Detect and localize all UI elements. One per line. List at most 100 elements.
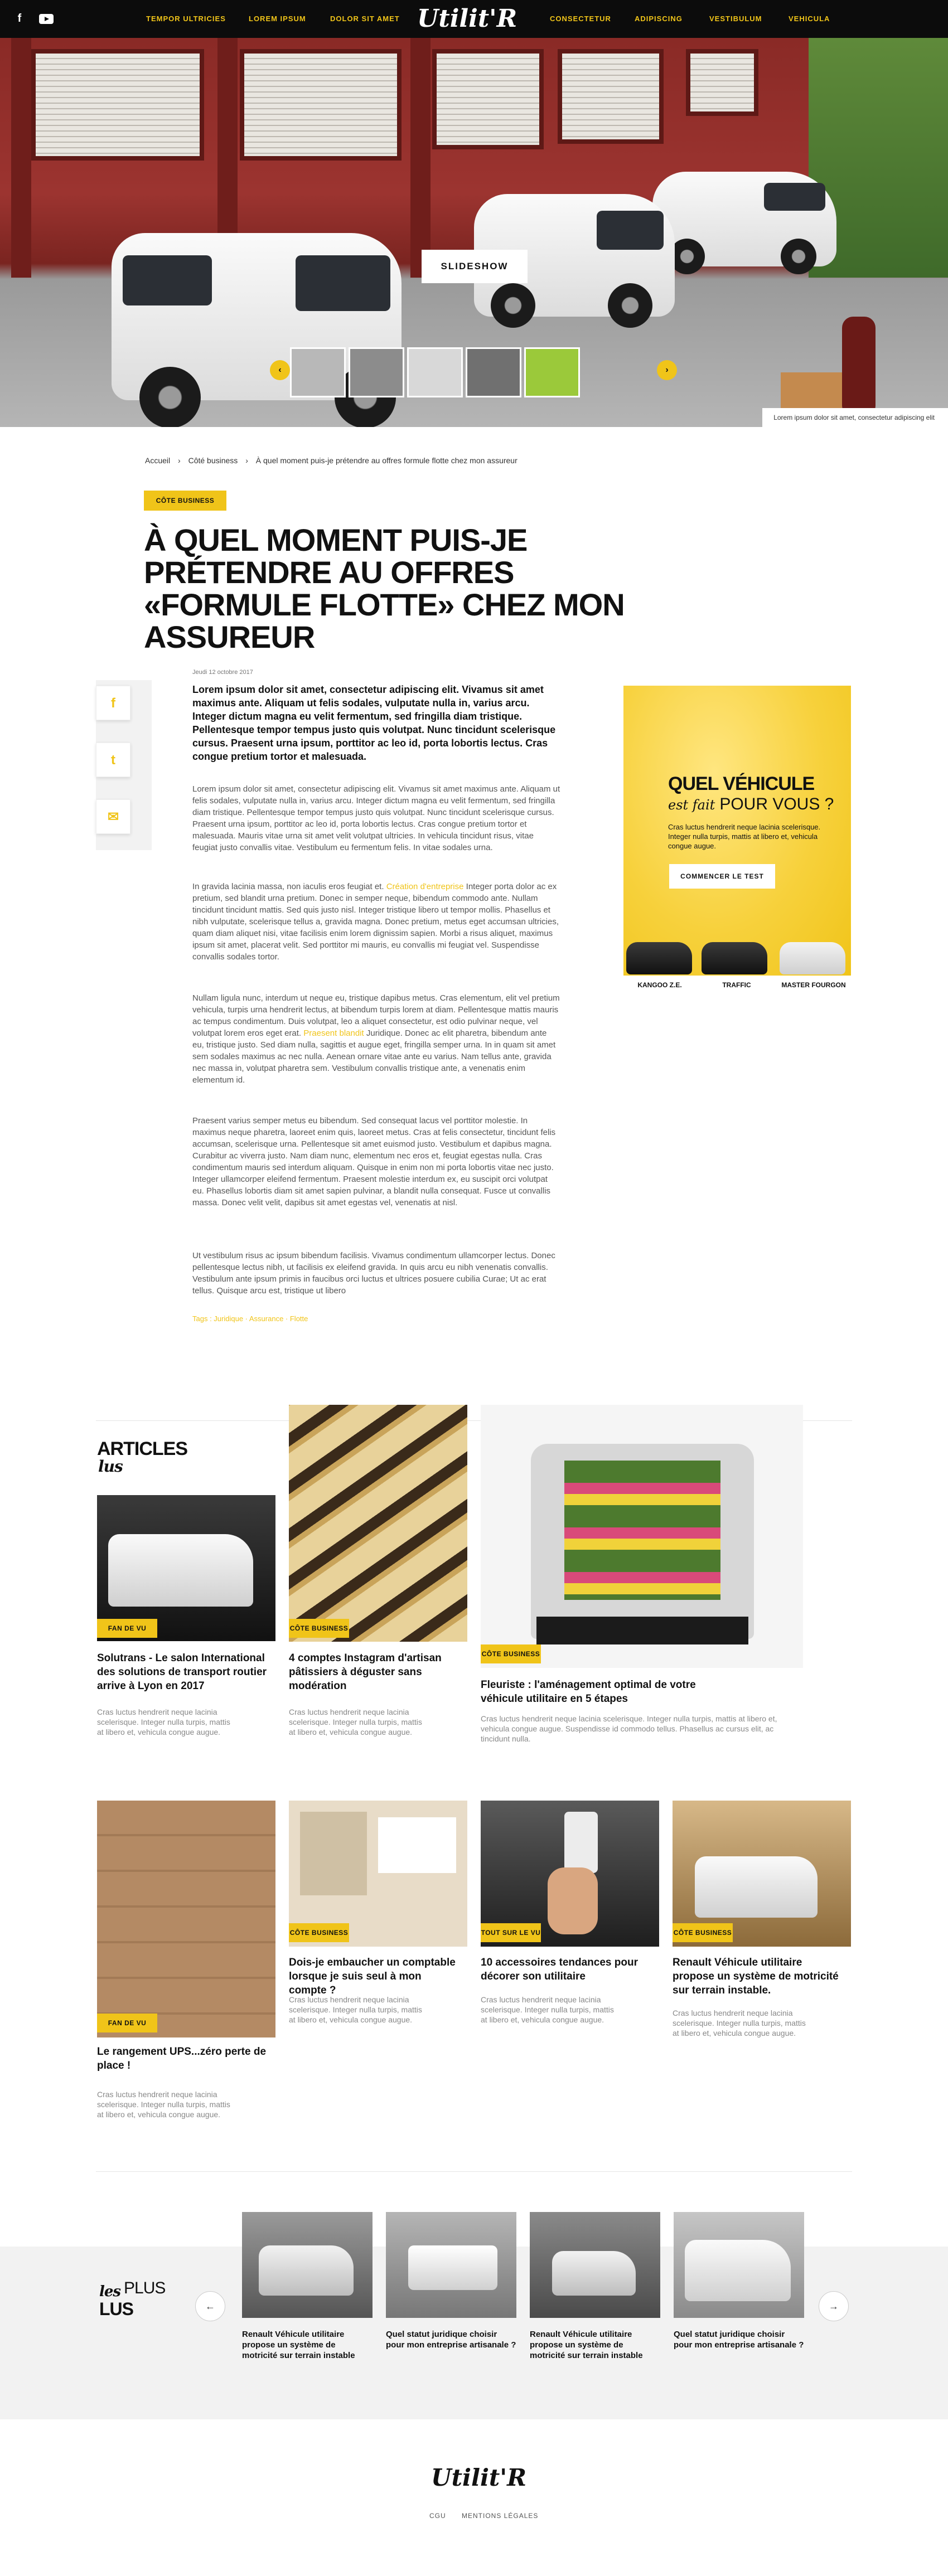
nav-item-vehicula[interactable]: VEHICULA [789,14,830,23]
van-image-kangoo[interactable] [626,942,692,974]
nav-item-consectetur[interactable]: CONSECTETUR [550,14,611,23]
van-label[interactable]: KANGOO Z.E. [623,981,696,989]
most-read-card-title[interactable]: Quel statut juridique choisir pour mon e… [674,2329,804,2350]
article-card-title[interactable]: Renault Véhicule utilitaire propose un s… [673,1956,840,1997]
facebook-share-icon[interactable]: f [96,686,130,720]
slideshow-thumb[interactable] [524,347,580,397]
article-paragraph: In gravida lacinia massa, non iaculis er… [192,881,560,963]
van-label[interactable]: MASTER FOURGON [777,981,850,989]
text: In gravida lacinia massa, non iaculis er… [192,882,386,891]
nav-item-dolor-sit-amet[interactable]: DOLOR SIT AMET [330,14,400,23]
article-card-badge[interactable]: CÔTE BUSINESS [481,1644,541,1663]
van-image-traffic[interactable] [702,942,767,974]
slideshow-thumb[interactable] [290,347,346,397]
van-label[interactable]: TRAFFIC [700,981,773,989]
article-card-image[interactable] [97,1801,275,2037]
article-card-desc: Cras luctus hendrerit neque lacinia scel… [481,1714,777,1743]
most-read-card-image[interactable] [674,2212,804,2318]
article-paragraph: Lorem ipsum dolor sit amet, consectetur … [192,784,560,852]
breadcrumb: Accueil › Côté business › À quel moment … [145,456,523,465]
most-read-card-image[interactable] [386,2212,516,2318]
most-read-title-plus: PLUS [124,2279,166,2297]
breadcrumb-category[interactable]: Côté business [188,456,238,465]
article-card-desc: Cras luctus hendrerit neque lacinia scel… [481,1995,614,2024]
article-category-badge[interactable]: CÔTE BUSINESS [144,491,226,511]
ad-subtitle: est fait POUR VOUS ? [668,795,834,814]
article-card-desc: Cras luctus hendrerit neque lacinia scel… [289,1707,422,1736]
ad-van-images [623,942,851,976]
article-card-title[interactable]: 4 comptes Instagram d'artisan pâtissiers… [289,1651,445,1693]
inline-link[interactable]: Création d'entreprise [386,882,464,891]
hero-slideshow: SLIDESHOW ‹ › Lorem ipsum dolor sit amet… [0,38,948,427]
breadcrumb-separator: › [245,456,248,465]
most-read-card-title[interactable]: Quel statut juridique choisir pour mon e… [386,2329,516,2350]
hero-caption: Lorem ipsum dolor sit amet, consectetur … [762,408,948,427]
article-card-title[interactable]: Dois-je embaucher un comptable lorsque j… [289,1956,462,1997]
breadcrumb-current: À quel moment puis-je prétendre au offre… [255,456,517,465]
article-card-desc: Cras luctus hendrerit neque lacinia scel… [289,1995,422,2024]
most-read-title-lus: LUS [99,2299,134,2319]
article-card-badge[interactable]: CÔTE BUSINESS [289,1923,349,1942]
wheel [781,239,816,274]
breadcrumb-home[interactable]: Accueil [145,456,170,465]
site-logo[interactable]: Utilit'R [417,4,517,33]
carousel-prev-button[interactable]: ← [195,2291,225,2321]
slideshow-thumb[interactable] [407,347,463,397]
article-paragraph: Ut vestibulum risus ac ipsum bibendum fa… [192,1251,555,1296]
article-card-badge[interactable]: CÔTE BUSINESS [289,1619,349,1638]
footer-link-cgu[interactable]: CGU [429,2512,446,2520]
email-share-icon[interactable]: ✉ [96,799,130,834]
article-card-badge[interactable]: CÔTE BUSINESS [673,1923,733,1942]
twitter-share-icon[interactable]: t [96,743,130,777]
article-card-title[interactable]: 10 accessoires tendances pour décorer so… [481,1956,648,1983]
worker-figure [842,317,876,417]
start-test-button[interactable]: COMMENCER LE TEST [669,864,775,889]
building-pillar [11,38,31,278]
article-lead: Lorem ipsum dolor sit amet, consectetur … [192,684,556,762]
article-card-badge[interactable]: FAN DE VU [97,2014,157,2032]
footer-link-legal[interactable]: MENTIONS LÉGALES [462,2512,538,2520]
article-card-badge[interactable]: TOUT SUR LE VU [481,1923,541,1942]
facebook-icon[interactable]: f [11,10,28,27]
nav-item-adipiscing[interactable]: ADIPISCING [635,14,683,23]
article-card-title[interactable]: Solutrans - Le salon International des s… [97,1651,275,1693]
article-card-image[interactable] [481,1405,803,1668]
garage-door [686,49,758,116]
article-card-title[interactable]: Fleuriste : l'aménagement optimal de vot… [481,1678,726,1706]
breadcrumb-separator: › [178,456,181,465]
most-read-card-image[interactable] [530,2212,660,2318]
ad-sub: POUR VOUS ? [719,795,834,813]
garage-door [558,49,664,144]
most-read-card-title[interactable]: Renault Véhicule utilitaire propose un s… [530,2329,660,2361]
ad-text: Cras luctus hendrerit neque lacinia scel… [668,823,821,850]
nav-item-tempor-ultricies[interactable]: TEMPOR ULTRICIES [146,14,226,23]
article-card-title[interactable]: Le rangement UPS...zéro perte de place ! [97,2045,275,2073]
building-pillar [410,38,431,278]
wheel [608,283,652,328]
article-tags[interactable]: Tags : Juridique · Assurance · Flotte [192,1314,308,1323]
text: Integer porta dolor ac ex pretium, sed b… [192,882,559,962]
most-read-card-title[interactable]: Renault Véhicule utilitaire propose un s… [242,2329,373,2361]
footer-logo[interactable]: Utilit'R [431,2464,526,2491]
slideshow-next-arrow[interactable]: › [657,360,677,380]
most-read-card-image[interactable] [242,2212,373,2318]
slideshow-button[interactable]: SLIDESHOW [422,250,528,283]
nav-item-vestibulum[interactable]: VESTIBULUM [709,14,762,23]
share-bar: f t ✉ [96,680,152,850]
nav-item-lorem-ipsum[interactable]: LOREM IPSUM [249,14,306,23]
youtube-icon[interactable] [39,14,54,24]
ad-title: QUEL VÉHICULE [668,773,815,794]
slideshow-prev-arrow[interactable]: ‹ [270,360,290,380]
van-image-master[interactable] [780,942,845,974]
article-card-desc: Cras luctus hendrerit neque lacinia scel… [97,2090,230,2119]
garage-door [31,49,204,161]
slideshow-thumb[interactable] [349,347,404,397]
article-paragraph: Praesent varius semper metus eu bibendum… [192,1116,556,1207]
carousel-next-button[interactable]: → [819,2291,849,2321]
inline-link[interactable]: Praesent blandit [303,1029,364,1038]
slideshow-thumb[interactable] [466,347,521,397]
article-card-badge[interactable]: FAN DE VU [97,1619,157,1638]
article-card-image[interactable] [289,1405,467,1642]
ad-van-labels: KANGOO Z.E. TRAFFIC MASTER FOURGON [623,981,851,992]
most-read-script: les [99,2283,121,2300]
